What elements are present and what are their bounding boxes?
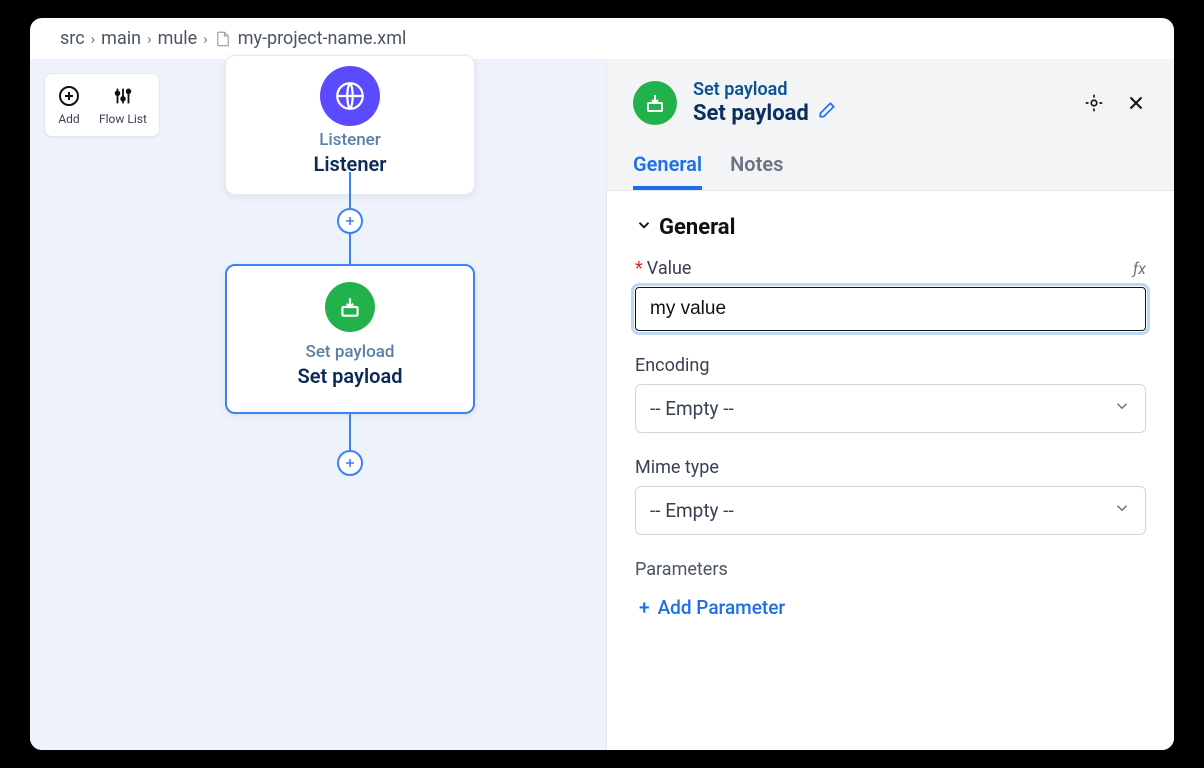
main-area: Add Flow List Listener Listener — [30, 59, 1174, 750]
panel-title: Set payload — [693, 101, 809, 126]
add-node-button[interactable] — [337, 450, 363, 476]
set-payload-icon — [325, 282, 375, 332]
field-label-text: Value — [647, 258, 692, 279]
plus-circle-icon — [57, 84, 81, 108]
parameters-section: Parameters + Add Parameter — [635, 559, 1146, 619]
edit-icon[interactable] — [817, 100, 837, 126]
flow-connector — [349, 414, 351, 450]
chevron-down-icon — [1113, 499, 1131, 522]
field-mime-type: Mime type -- Empty -- — [635, 457, 1146, 535]
set-payload-icon — [633, 81, 677, 125]
panel-header: Set payload Set payload — [607, 59, 1174, 191]
canvas-toolbar: Add Flow List — [44, 73, 160, 137]
panel-subtitle: Set payload — [693, 79, 1066, 100]
plus-icon: + — [639, 596, 650, 619]
tab-notes[interactable]: Notes — [730, 152, 783, 190]
node-type-label: Listener — [226, 130, 474, 150]
app-window: src › main › mule › my-project-name.xml … — [30, 18, 1174, 750]
chevron-right-icon: › — [147, 30, 152, 48]
chevron-down-icon — [1113, 397, 1131, 420]
toolbar-label: Add — [58, 112, 79, 126]
breadcrumb: src › main › mule › my-project-name.xml — [30, 18, 1174, 59]
select-value: -- Empty -- — [650, 499, 734, 522]
details-panel: Set payload Set payload — [606, 59, 1174, 750]
panel-tabs: General Notes — [633, 152, 1148, 190]
field-value: * Value ƒx — [635, 258, 1146, 331]
chevron-down-icon — [635, 215, 653, 240]
parameters-label: Parameters — [635, 559, 1146, 580]
breadcrumb-part[interactable]: src — [60, 28, 85, 49]
tab-general[interactable]: General — [633, 152, 702, 190]
select-value: -- Empty -- — [650, 397, 734, 420]
flow-list-icon — [111, 84, 135, 108]
chevron-right-icon: › — [203, 30, 208, 48]
close-icon[interactable] — [1124, 91, 1148, 115]
section-toggle-general[interactable]: General — [635, 215, 1146, 240]
toolbar-label: Flow List — [99, 112, 147, 126]
mime-type-select[interactable]: -- Empty -- — [635, 486, 1146, 535]
breadcrumb-part[interactable]: mule — [158, 28, 198, 49]
encoding-select[interactable]: -- Empty -- — [635, 384, 1146, 433]
flow-list-button[interactable]: Flow List — [91, 80, 155, 130]
add-parameter-button[interactable]: + Add Parameter — [635, 596, 785, 619]
breadcrumb-file[interactable]: my-project-name.xml — [238, 28, 407, 49]
fx-icon[interactable]: ƒx — [1133, 259, 1146, 278]
globe-icon — [320, 66, 380, 126]
value-input[interactable] — [635, 287, 1146, 331]
required-indicator: * — [635, 258, 643, 279]
add-button[interactable]: Add — [49, 80, 89, 130]
flow-node-set-payload[interactable]: Set payload Set payload — [225, 264, 475, 414]
breadcrumb-part[interactable]: main — [101, 28, 141, 49]
field-label-text: Mime type — [635, 457, 719, 478]
flow-connector — [349, 172, 351, 208]
flow-connector — [349, 234, 351, 264]
panel-body: General * Value ƒx Encoding -- Empty — [607, 191, 1174, 643]
flow-canvas[interactable]: Add Flow List Listener Listener — [30, 59, 606, 750]
add-parameter-label: Add Parameter — [658, 596, 786, 619]
node-type-label: Set payload — [227, 342, 473, 362]
focus-icon[interactable] — [1082, 91, 1106, 115]
node-name: Set payload — [227, 364, 473, 388]
add-node-button[interactable] — [337, 208, 363, 234]
section-title: General — [659, 215, 735, 240]
chevron-right-icon: › — [91, 30, 96, 48]
field-encoding: Encoding -- Empty -- — [635, 355, 1146, 433]
file-icon — [214, 30, 232, 48]
field-label-text: Encoding — [635, 355, 709, 376]
